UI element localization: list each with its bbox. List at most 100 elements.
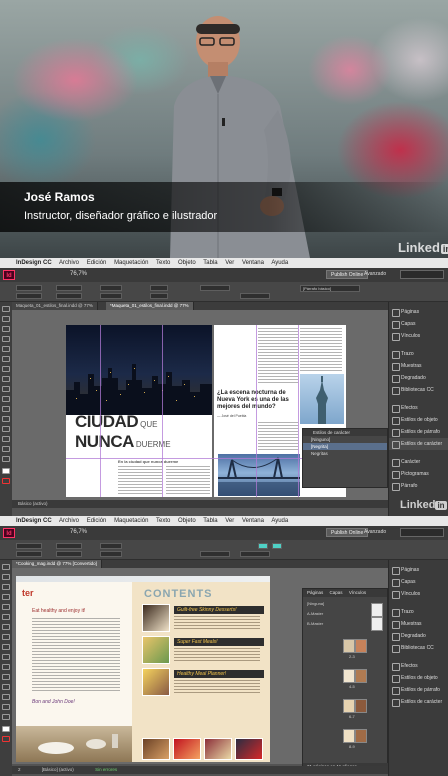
opacity-field[interactable]: [240, 293, 270, 299]
dock-estilos-objeto[interactable]: Estilos de objeto: [389, 414, 448, 426]
toc-entry[interactable]: Super Fast Meals!: [142, 636, 264, 666]
menu-tabla[interactable]: Tabla: [203, 518, 217, 524]
dock-degradado[interactable]: Degradado: [389, 630, 448, 642]
toc-thumbnail[interactable]: [142, 604, 170, 632]
menu-edicion[interactable]: Edición: [87, 260, 107, 266]
status-preflight[interactable]: Sin errores: [95, 767, 117, 772]
dock-estilos-parrafo[interactable]: Estilos de párrafo: [389, 684, 448, 696]
character-styles-panel[interactable]: Estilos de carácter [Ninguno] [Negrita] …: [302, 428, 388, 488]
tab-paginas[interactable]: Páginas: [307, 590, 323, 595]
y-position-field[interactable]: [16, 293, 42, 299]
character-style-item[interactable]: [Ninguno]: [303, 436, 387, 443]
stroke-swatch[interactable]: [150, 293, 168, 299]
menu-maquetacion[interactable]: Maquetación: [114, 518, 148, 524]
dock-estilos-objeto[interactable]: Estilos de objeto: [389, 672, 448, 684]
character-styles-title[interactable]: Estilos de carácter: [303, 429, 387, 436]
stroke-color-icon[interactable]: [2, 478, 10, 484]
toc-entry[interactable]: Healthy Meal Planner!: [142, 668, 264, 698]
fill-swatch[interactable]: [258, 543, 268, 549]
recipe-subtitle[interactable]: Eat healthy and enjoy it!: [32, 608, 85, 614]
stroke-swatch[interactable]: [272, 543, 282, 549]
note-tool-icon[interactable]: [2, 426, 10, 432]
free-transform-tool-icon[interactable]: [2, 664, 10, 670]
pen-tool-icon[interactable]: [2, 356, 10, 362]
body-text-column[interactable]: [300, 328, 342, 372]
page-thumbnail[interactable]: [343, 669, 355, 683]
menu-maquetacion[interactable]: Maquetación: [114, 260, 148, 266]
menu-ver[interactable]: Ver: [225, 260, 234, 266]
zoom-tool-icon[interactable]: [2, 456, 10, 462]
scale-x-field[interactable]: [100, 285, 122, 291]
dock-bibliotecas[interactable]: Bibliotecas CC: [389, 642, 448, 654]
dock-capas[interactable]: Capas: [389, 576, 448, 588]
eyedropper-tool-icon[interactable]: [2, 694, 10, 700]
x-position-field[interactable]: [16, 543, 42, 549]
page-thumbnail[interactable]: [355, 729, 367, 743]
fill-color-icon[interactable]: [2, 468, 10, 474]
master-thumbnail[interactable]: [371, 617, 383, 631]
dock-trazo[interactable]: Trazo: [389, 348, 448, 360]
dock-vinculos[interactable]: Vínculos: [389, 588, 448, 600]
tab-document-cooking[interactable]: *Cooking_mag.indd @ 77% [Convertido]: [12, 560, 102, 568]
contents-heading[interactable]: CONTENTS: [144, 588, 213, 600]
zoom-tool-icon[interactable]: [2, 714, 10, 720]
dock-estilos-caracter[interactable]: Estilos de carácter: [389, 438, 448, 450]
dock-muestras[interactable]: Muestras: [389, 360, 448, 372]
body-text-column[interactable]: [258, 328, 298, 384]
width-field[interactable]: [56, 543, 82, 549]
menu-ventana[interactable]: Ventana: [242, 518, 264, 524]
gradient-tool-icon[interactable]: [2, 674, 10, 680]
zoom-level[interactable]: 76,7%: [70, 271, 87, 277]
menu-app-name[interactable]: InDesign CC: [16, 518, 52, 524]
dock-capas[interactable]: Capas: [389, 318, 448, 330]
page-thumbnail[interactable]: [343, 729, 355, 743]
menu-objeto[interactable]: Objeto: [178, 518, 196, 524]
x-position-field[interactable]: [16, 285, 42, 291]
publish-online-button[interactable]: Publish Online: [326, 270, 369, 279]
dock-pictogramas[interactable]: Pictogramas: [389, 468, 448, 480]
gradient-tool-icon[interactable]: [2, 416, 10, 422]
line-tool-icon[interactable]: [2, 346, 10, 352]
direct-selection-tool-icon[interactable]: [2, 574, 10, 580]
dock-estilos-caracter[interactable]: Estilos de carácter: [389, 696, 448, 708]
page-tool-icon[interactable]: [2, 584, 10, 590]
article-headline[interactable]: ¿La escena nocturna de Nueva York es una…: [217, 390, 299, 411]
dock-efectos[interactable]: Efectos: [389, 402, 448, 414]
publish-online-button[interactable]: Publish Online: [326, 528, 369, 537]
menu-texto[interactable]: Texto: [156, 518, 170, 524]
free-transform-tool-icon[interactable]: [2, 406, 10, 412]
night-city-image[interactable]: [66, 325, 212, 415]
menu-objeto[interactable]: Objeto: [178, 260, 196, 266]
stroke-weight-field[interactable]: [200, 285, 230, 291]
rectangle-tool-icon[interactable]: [2, 644, 10, 650]
toc-thumbnail[interactable]: [142, 668, 170, 696]
tab-document-2[interactable]: *Maqueta_01_estilos_final.indd @ 77%: [106, 302, 194, 310]
workspace-switcher[interactable]: Avanzado: [364, 529, 386, 535]
type-tool-icon[interactable]: [2, 594, 10, 600]
pencil-tool-icon[interactable]: [2, 624, 10, 630]
tab-document-1[interactable]: Maqueta_01_estilos_final.indd @ 77%: [12, 302, 98, 310]
dock-vinculos[interactable]: Vínculos: [389, 330, 448, 342]
scale-y-field[interactable]: [100, 293, 122, 299]
page-thumbnail[interactable]: [355, 639, 367, 653]
stroke-color-icon[interactable]: [2, 736, 10, 742]
menu-archivo[interactable]: Archivo: [59, 518, 79, 524]
workspace-switcher[interactable]: Avanzado: [364, 271, 386, 277]
rectangle-frame-tool-icon[interactable]: [2, 634, 10, 640]
menu-tabla[interactable]: Tabla: [203, 260, 217, 266]
dock-degradado[interactable]: Degradado: [389, 372, 448, 384]
menu-edicion[interactable]: Edición: [87, 518, 107, 524]
rectangle-frame-tool-icon[interactable]: [2, 376, 10, 382]
tabletop-photo[interactable]: [16, 726, 132, 762]
eyedropper-tool-icon[interactable]: [2, 436, 10, 442]
opacity-field[interactable]: [240, 551, 270, 557]
direct-selection-tool-icon[interactable]: [2, 316, 10, 322]
rectangle-tool-icon[interactable]: [2, 386, 10, 392]
page-thumbnail[interactable]: [343, 699, 355, 713]
recipe-thumbnail[interactable]: [204, 738, 232, 760]
recipe-thumbnail[interactable]: [142, 738, 170, 760]
type-tool-icon[interactable]: [2, 336, 10, 342]
scissors-tool-icon[interactable]: [2, 654, 10, 660]
master-thumbnail[interactable]: [371, 603, 383, 617]
dock-estilos-parrafo[interactable]: Estilos de párrafo: [389, 426, 448, 438]
